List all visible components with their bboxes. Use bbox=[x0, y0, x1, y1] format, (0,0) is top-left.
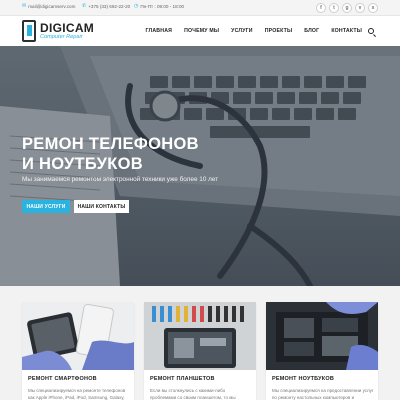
services-section: РЕМОНТ СМАРТФОНОВ Мы специализируемся на… bbox=[0, 286, 400, 400]
contact-phone[interactable]: ✆ +375 (33) 692-22-20 bbox=[82, 3, 131, 10]
envelope-icon: ✉ bbox=[22, 3, 27, 9]
smartphone-repair-image bbox=[22, 302, 134, 370]
laptop-repair-image bbox=[266, 302, 378, 370]
facebook-icon[interactable]: f bbox=[316, 3, 326, 13]
nav-item-contacts[interactable]: КОНТАКТЫ bbox=[331, 28, 362, 34]
vk-icon[interactable]: v bbox=[355, 3, 365, 13]
nav-item-blog[interactable]: БЛОГ bbox=[304, 28, 319, 34]
hero-subtitle: Мы занимаемся ремонтом электронной техни… bbox=[22, 176, 219, 183]
email-text: mail@digicamserv.com bbox=[28, 4, 76, 9]
phone-text: +375 (33) 692-22-20 bbox=[88, 4, 131, 9]
service-description: Если вы столкнулись с какими-либо пробле… bbox=[150, 388, 236, 400]
clock-icon: ◷ bbox=[134, 3, 139, 9]
hours-text: Пн-Пт : 09:00 - 18:00 bbox=[140, 4, 185, 9]
our-services-button[interactable]: НАШИ УСЛУГИ bbox=[22, 200, 70, 213]
top-info-bar: ✉ mail@digicamserv.com ✆ +375 (33) 692-2… bbox=[0, 0, 400, 16]
logo-tagline: Computer Repair bbox=[40, 33, 83, 40]
service-card-smartphones[interactable]: РЕМОНТ СМАРТФОНОВ Мы специализируемся на… bbox=[22, 302, 134, 400]
twitter-icon[interactable]: t bbox=[329, 3, 339, 13]
service-card-laptops[interactable]: РЕМОНТ НОУТБУКОВ Мы специализируемся на … bbox=[266, 302, 378, 400]
contact-email[interactable]: ✉ mail@digicamserv.com bbox=[22, 3, 76, 10]
service-card-tablets[interactable]: РЕМОНТ ПЛАНШЕТОВ Если вы столкнулись с к… bbox=[144, 302, 256, 400]
our-contacts-button[interactable]: НАШИ КОНТАКТЫ bbox=[74, 200, 129, 213]
service-title: РЕМОНТ СМАРТФОНОВ bbox=[28, 376, 97, 382]
nav-item-services[interactable]: УСЛУГИ bbox=[231, 28, 253, 34]
service-title: РЕМОНТ НОУТБУКОВ bbox=[272, 376, 334, 382]
search-icon[interactable] bbox=[368, 28, 374, 34]
google-plus-icon[interactable]: g bbox=[342, 3, 352, 13]
hero-banner: РЕМОН ТЕЛЕФОНОВ И НОУТБУКОВ Мы занимаемс… bbox=[0, 46, 400, 286]
phone-icon: ✆ bbox=[82, 3, 87, 9]
nav-item-why-us[interactable]: ПОЧЕМУ МЫ bbox=[184, 28, 219, 34]
site-header: DIGICAM Computer Repair ГЛАВНАЯ ПОЧЕМУ М… bbox=[0, 16, 400, 46]
hero-title-line2: И НОУТБУКОВ bbox=[22, 155, 143, 173]
nav-item-home[interactable]: ГЛАВНАЯ bbox=[146, 28, 173, 34]
service-description: Мы специализируемся на предоставлении ус… bbox=[272, 388, 374, 400]
hero-title-line1: РЕМОН ТЕЛЕФОНОВ bbox=[22, 135, 199, 153]
service-description: Мы специализируемся на ремонте телефонов… bbox=[28, 388, 126, 400]
hero-title: РЕМОН ТЕЛЕФОНОВ И НОУТБУКОВ bbox=[22, 134, 199, 174]
site-logo[interactable]: DIGICAM Computer Repair bbox=[22, 20, 94, 42]
logo-name: DIGICAM bbox=[40, 20, 95, 35]
service-title: РЕМОНТ ПЛАНШЕТОВ bbox=[150, 376, 215, 382]
social-links: f t g v s bbox=[316, 3, 378, 13]
working-hours: ◷ Пн-Пт : 09:00 - 18:00 bbox=[134, 3, 185, 10]
skype-icon[interactable]: s bbox=[368, 3, 378, 13]
nav-item-projects[interactable]: ПРОЕКТЫ bbox=[265, 28, 293, 34]
phone-logo-icon bbox=[22, 20, 36, 42]
tablet-repair-image bbox=[144, 302, 256, 370]
main-nav: ГЛАВНАЯ ПОЧЕМУ МЫ УСЛУГИ ПРОЕКТЫ БЛОГ КО… bbox=[146, 28, 363, 34]
